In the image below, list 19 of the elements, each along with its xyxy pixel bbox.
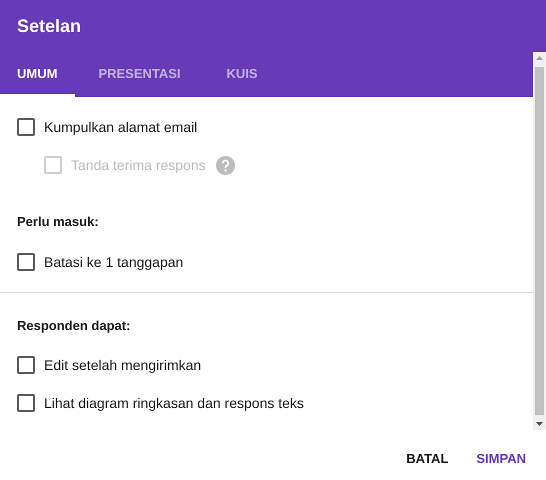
scrollbar[interactable] <box>533 52 546 430</box>
checkbox-label: Tanda terima respons <box>71 157 206 173</box>
checkbox[interactable] <box>17 253 35 271</box>
checkbox-label: Lihat diagram ringkasan dan respons teks <box>44 395 304 411</box>
checkbox-label: Batasi ke 1 tanggapan <box>44 254 184 270</box>
section-heading: Responden dapat: <box>16 317 132 335</box>
scrollbar-thumb[interactable] <box>535 67 544 415</box>
dialog-title: Setelan <box>0 0 546 52</box>
tab[interactable]: UMUM <box>0 52 76 97</box>
checkbox[interactable] <box>17 394 35 412</box>
checkbox-label: Edit setelah mengirimkan <box>44 357 202 373</box>
checkbox-label: Kumpulkan alamat email <box>44 119 198 135</box>
save-button[interactable]: SIMPAN <box>464 442 538 474</box>
cancel-button[interactable]: BATAL <box>394 442 460 474</box>
tab[interactable]: PRESENTASI <box>75 52 204 97</box>
tab[interactable]: KUIS <box>204 52 281 97</box>
section-heading: Perlu masuk: <box>16 213 100 231</box>
checkbox[interactable] <box>17 356 35 374</box>
checkbox[interactable] <box>17 118 35 136</box>
